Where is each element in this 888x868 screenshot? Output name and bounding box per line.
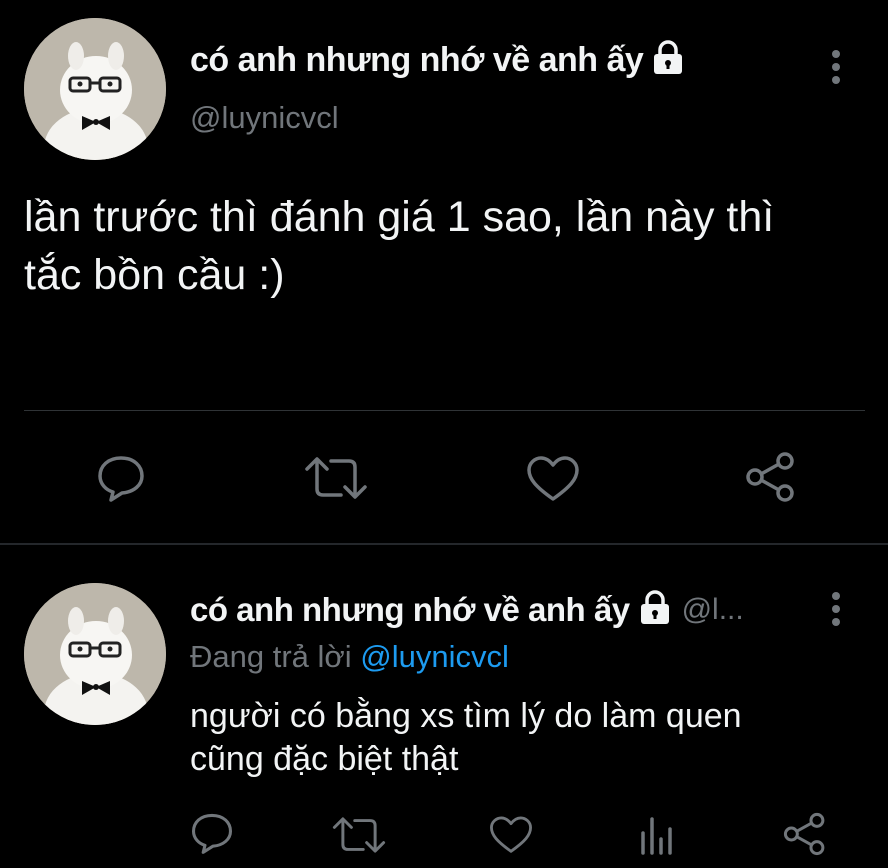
author-handle[interactable]: @l... (682, 593, 744, 627)
retweet-icon (305, 457, 367, 499)
heart-icon (490, 816, 532, 853)
analytics-icon (641, 817, 672, 855)
avatar-alpaca-image (24, 583, 166, 725)
retweet-button[interactable] (303, 455, 369, 501)
avatar-alpaca-image (24, 18, 166, 160)
divider (24, 410, 865, 411)
display-name[interactable]: có anh nhưng nhớ về anh ấy (190, 41, 644, 80)
tweet-text: người có bằng xs tìm lý do làm quen cũng… (190, 695, 742, 780)
replying-to-mention[interactable]: @luynicvcl (360, 639, 509, 674)
replying-to: Đang trả lời @luynicvcl (190, 639, 509, 675)
analytics-button[interactable] (638, 815, 674, 855)
lock-icon (649, 39, 687, 81)
tweet-text: lần trước thì đánh giá 1 sao, lần này th… (24, 192, 774, 301)
share-button[interactable] (744, 450, 798, 504)
reply-button[interactable] (190, 811, 234, 855)
more-vertical-icon[interactable] (826, 590, 846, 630)
like-button[interactable] (526, 455, 580, 503)
share-button[interactable] (782, 811, 828, 857)
display-name[interactable]: có anh nhưng nhớ về anh ấy (190, 591, 630, 629)
main-tweet: có anh nhưng nhớ về anh ấy @luynicvcl lầ… (0, 0, 888, 545)
reply-tweet: có anh nhưng nhớ về anh ấy @l... Đang tr… (0, 545, 888, 868)
heart-icon (527, 456, 579, 501)
share-icon (783, 812, 825, 856)
author-handle[interactable]: @luynicvcl (190, 100, 339, 136)
share-icon (746, 452, 794, 502)
tweet-text-line: người có bằng xs tìm lý do làm quen (190, 697, 742, 735)
tweet-text-line: lần trước thì đánh giá 1 sao, lần này th… (24, 193, 775, 241)
tweet-text-line: cũng đặc biệt thật (190, 739, 459, 778)
more-vertical-icon[interactable] (826, 48, 846, 88)
author-name-row[interactable]: có anh nhưng nhớ về anh ấy @l... (190, 588, 744, 632)
avatar[interactable] (24, 583, 166, 725)
retweet-icon (332, 817, 386, 853)
like-button[interactable] (489, 815, 533, 855)
author-name-row[interactable]: có anh nhưng nhớ về anh ấy (190, 38, 687, 82)
replying-to-label: Đang trả lời (190, 639, 352, 674)
tweet-text-line: tắc bồn cầu :) (24, 250, 285, 299)
reply-button[interactable] (96, 453, 146, 503)
avatar[interactable] (24, 18, 166, 160)
reply-icon (191, 813, 233, 854)
retweet-button[interactable] (331, 815, 387, 855)
lock-icon (636, 589, 674, 631)
reply-icon (98, 456, 144, 502)
